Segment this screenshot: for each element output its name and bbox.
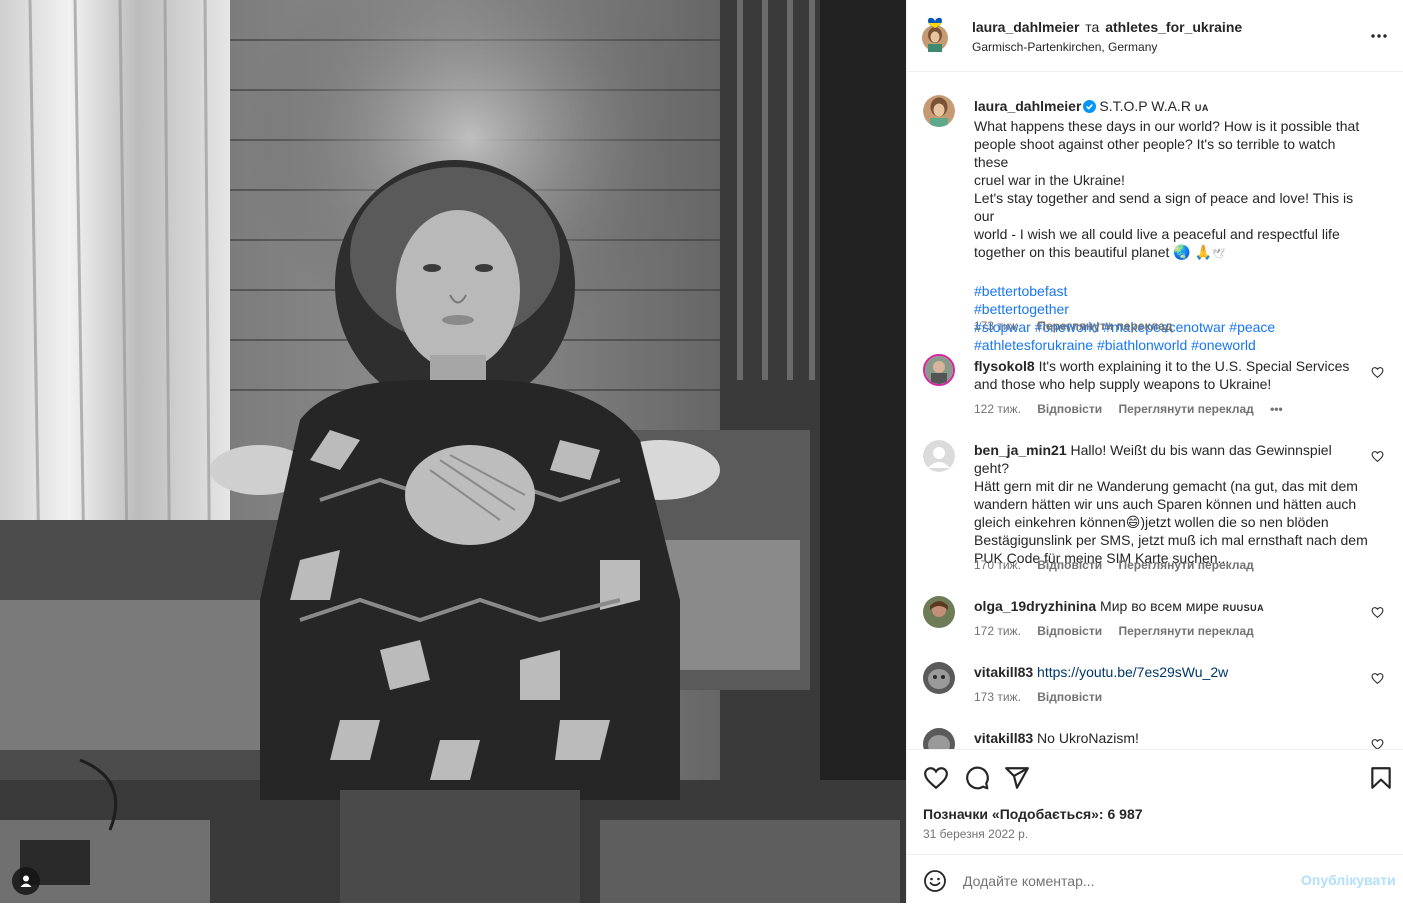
commenter-username[interactable]: flysokol8 — [974, 358, 1035, 374]
caption-title: S.T.O.P W.A.R — [1099, 98, 1191, 114]
post-actions: Позначки «Подобається»: 6 987 31 березня… — [907, 749, 1403, 903]
comment-time[interactable]: 170 тиж. — [974, 558, 1021, 572]
caption-username[interactable]: laura_dahlmeier — [974, 98, 1081, 114]
comment-time[interactable]: 122 тиж. — [974, 402, 1021, 416]
publish-button[interactable]: Опублікувати — [1301, 872, 1396, 888]
commenter-username[interactable]: vitakill83 — [974, 664, 1033, 680]
caption-line: What happens these days in our world? Ho… — [974, 118, 1360, 134]
caption-flag: UA — [1194, 103, 1209, 113]
like-comment-heart-icon[interactable] — [1371, 450, 1384, 463]
comment-options-button[interactable]: ••• — [1270, 402, 1283, 416]
commenter-avatar[interactable] — [923, 440, 955, 472]
caption-line: world - I wish we all could live a peace… — [974, 226, 1340, 242]
caption-avatar[interactable] — [923, 95, 955, 127]
heart-icon[interactable] — [923, 765, 949, 791]
more-horizontal-icon[interactable] — [1369, 26, 1389, 46]
comment-meta: 170 тиж. Відповісти Переглянути переклад — [974, 558, 1267, 572]
bookmark-icon[interactable] — [1368, 765, 1394, 791]
caption-line: people shoot against other people? It's … — [974, 136, 1336, 170]
like-comment-heart-icon[interactable] — [1371, 738, 1384, 749]
ukraine-heart-icon — [928, 17, 942, 28]
dove-emoji-icon: 🕊 — [1212, 249, 1225, 260]
caption-time[interactable]: 173 тиж. — [974, 319, 1021, 333]
comment-meta: 172 тиж. Відповісти Переглянути переклад — [974, 624, 1267, 638]
commenter-avatar[interactable] — [923, 596, 955, 628]
like-comment-heart-icon[interactable] — [1371, 606, 1384, 619]
commenter-avatar[interactable] — [923, 354, 955, 386]
commenter-username[interactable]: ben_ja_min21 — [974, 442, 1067, 458]
share-icon[interactable] — [1004, 765, 1030, 791]
see-translation-button[interactable]: Переглянути переклад — [1118, 558, 1253, 572]
post-authors: laura_dahlmeier та athletes_for_ukraine — [972, 19, 1242, 35]
comment-text: olga_19dryzhinina Мир во всем мире RUUSU… — [974, 598, 1265, 614]
like-comment-heart-icon[interactable] — [1371, 366, 1384, 379]
reply-button[interactable]: Відповісти — [1037, 558, 1102, 572]
comment-text: ben_ja_min21 Hallo! Weißt du bis wann da… — [974, 442, 1368, 566]
reply-button[interactable]: Відповісти — [1037, 624, 1102, 638]
comment-link[interactable]: https://youtu.be/7es29sWu_2w — [1037, 664, 1228, 680]
photo-illustration — [0, 0, 906, 903]
see-translation-button[interactable]: Переглянути переклад — [1037, 319, 1172, 333]
hashtag-link[interactable]: #bettertogether — [974, 301, 1069, 317]
commenter-username[interactable]: olga_19dryzhinina — [974, 598, 1096, 614]
post-header: laura_dahlmeier та athletes_for_ukraine … — [907, 0, 1403, 72]
verified-badge-icon — [1083, 99, 1097, 113]
comment-text: flysokol8 It's worth explaining it to th… — [974, 358, 1350, 392]
post-date: 31 березня 2022 р. — [923, 827, 1029, 841]
comment-time[interactable]: 172 тиж. — [974, 624, 1021, 638]
hashtag-link[interactable]: #bettertobefast — [974, 283, 1067, 299]
author-username[interactable]: laura_dahlmeier — [972, 19, 1079, 35]
author-conjunction: та — [1085, 19, 1100, 35]
collaborator-username[interactable]: athletes_for_ukraine — [1105, 19, 1242, 35]
post-location[interactable]: Garmisch-Partenkirchen, Germany — [972, 40, 1157, 54]
pray-emoji-icon: 🙏 — [1194, 244, 1213, 260]
comments-list[interactable]: laura_dahlmeier S.T.O.P W.A.R UA What hap… — [907, 73, 1403, 749]
caption-line: Let's stay together and send a sign of p… — [974, 190, 1354, 224]
comment-text: vitakill83 https://youtu.be/7es29sWu_2w — [974, 663, 1368, 681]
post-side-panel: laura_dahlmeier та athletes_for_ukraine … — [906, 0, 1403, 903]
add-comment-bar: Опублікувати — [907, 854, 1403, 904]
likes-count[interactable]: Позначки «Подобається»: 6 987 — [923, 806, 1143, 822]
see-translation-button[interactable]: Переглянути переклад — [1118, 402, 1253, 416]
like-comment-heart-icon[interactable] — [1371, 672, 1384, 685]
comment-meta: 173 тиж. Відповісти — [974, 690, 1115, 704]
hashtag-link[interactable]: #athletesforukraine — [974, 337, 1093, 353]
emoji-icon[interactable] — [923, 869, 947, 893]
see-translation-button[interactable]: Переглянути переклад — [1118, 624, 1253, 638]
comment-icon[interactable] — [964, 765, 990, 791]
comment-input[interactable] — [963, 867, 1283, 895]
hashtag-link[interactable]: #oneworld — [1191, 337, 1256, 353]
caption-text: laura_dahlmeier S.T.O.P W.A.R UA What hap… — [974, 97, 1368, 354]
hashtag-link[interactable]: #biathlonworld — [1097, 337, 1187, 353]
comment-meta: 122 тиж. Відповісти Переглянути переклад… — [974, 402, 1296, 416]
hashtag-link[interactable]: #peace — [1229, 319, 1275, 335]
reply-button[interactable]: Відповісти — [1037, 690, 1102, 704]
comment-text: vitakill83 No UkroNazism! — [974, 730, 1139, 746]
commenter-username[interactable]: vitakill83 — [974, 730, 1033, 746]
reply-button[interactable]: Відповісти — [1037, 402, 1102, 416]
caption-line: together on this beautiful planet 🌏 🙏🕊 — [974, 244, 1225, 260]
comment-flags: RUUSUA — [1222, 603, 1265, 613]
commenter-avatar[interactable] — [923, 662, 955, 694]
caption-line: cruel war in the Ukraine! — [974, 172, 1125, 188]
caption-meta: 173 тиж. Переглянути переклад — [974, 319, 1186, 333]
post-photo[interactable] — [0, 0, 906, 903]
author-avatar[interactable] — [921, 17, 949, 52]
globe-emoji-icon: 🌏 — [1173, 244, 1191, 260]
comment-time[interactable]: 173 тиж. — [974, 690, 1021, 704]
tag-user-icon[interactable] — [12, 867, 40, 895]
commenter-avatar[interactable] — [923, 728, 955, 749]
